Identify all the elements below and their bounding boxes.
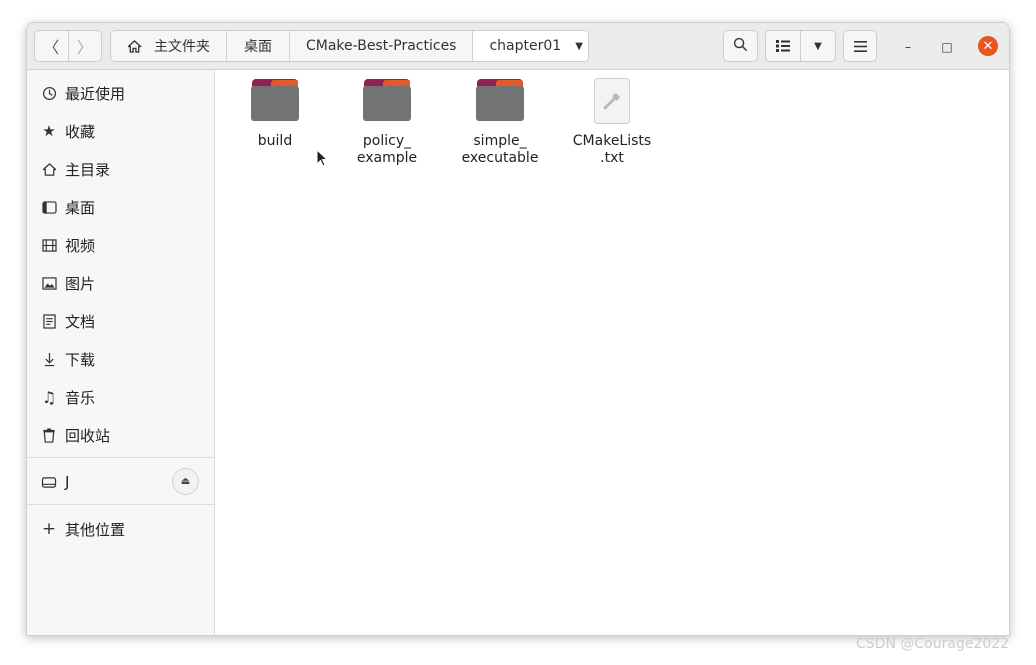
file-name: simple_ executable bbox=[461, 133, 539, 166]
file-item-folder[interactable]: policy_ example bbox=[342, 78, 432, 167]
breadcrumb-cmake-best-practices[interactable]: CMake-Best-Practices bbox=[290, 31, 474, 61]
folder-icon bbox=[363, 78, 411, 126]
trash-icon bbox=[41, 427, 57, 443]
breadcrumb-home[interactable]: 主文件夹 bbox=[111, 31, 227, 61]
minimize-icon: – bbox=[905, 40, 911, 54]
sidebar-item-label: 主目录 bbox=[65, 160, 111, 179]
file-item-folder[interactable]: build bbox=[230, 78, 320, 150]
file-name: build bbox=[257, 133, 293, 149]
clock-icon bbox=[41, 85, 57, 101]
file-manager-window: 〈 〉 主文件夹 桌面 CMake-Best-Practices chapter… bbox=[26, 22, 1010, 636]
folder-icon bbox=[251, 78, 299, 126]
hamburger-menu-icon bbox=[853, 37, 867, 56]
folder-icon bbox=[476, 78, 524, 126]
sidebar-item-label: 其他位置 bbox=[65, 520, 126, 539]
plus-icon: + bbox=[41, 519, 57, 539]
home-icon bbox=[41, 161, 57, 177]
main-menu-button[interactable] bbox=[843, 30, 877, 62]
breadcrumb-current[interactable]: chapter01 ▼ bbox=[473, 31, 588, 61]
sidebar-item-videos[interactable]: 视频 bbox=[27, 228, 214, 262]
chevron-down-icon: ▼ bbox=[575, 40, 583, 52]
drive-icon bbox=[41, 474, 57, 490]
chevron-down-icon: ▼ bbox=[814, 40, 822, 52]
close-icon: ✕ bbox=[982, 38, 994, 54]
file-name: CMakeLists .txt bbox=[572, 133, 652, 166]
breadcrumb-label: chapter01 bbox=[489, 38, 562, 54]
view-buttons: ▼ bbox=[765, 30, 836, 62]
sidebar-item-downloads[interactable]: 下载 bbox=[27, 342, 214, 376]
download-icon bbox=[41, 351, 57, 367]
sidebar-separator bbox=[27, 504, 214, 505]
list-view-button[interactable] bbox=[766, 31, 800, 61]
sidebar-item-trash[interactable]: 回收站 bbox=[27, 418, 214, 452]
file-item-folder[interactable]: simple_ executable bbox=[455, 78, 545, 167]
eject-icon: ⏏ bbox=[180, 476, 191, 487]
sidebar-item-label: 文档 bbox=[65, 312, 96, 331]
sidebar-item-label: 图片 bbox=[65, 274, 96, 293]
breadcrumb-label: 主文件夹 bbox=[154, 39, 210, 55]
forward-button[interactable]: 〉 bbox=[67, 31, 102, 61]
chevron-left-icon: 〈 bbox=[43, 38, 60, 57]
home-icon bbox=[127, 39, 142, 54]
minimize-button[interactable]: – bbox=[898, 37, 918, 57]
file-name: policy_ example bbox=[356, 133, 418, 166]
chevron-right-icon: 〉 bbox=[76, 38, 93, 57]
video-icon bbox=[41, 237, 57, 253]
header-bar: 〈 〉 主文件夹 桌面 CMake-Best-Practices chapter… bbox=[27, 23, 1009, 70]
sidebar-item-label: 最近使用 bbox=[65, 84, 126, 103]
document-icon bbox=[41, 313, 57, 329]
maximize-icon: □ bbox=[941, 40, 953, 54]
text-file-icon bbox=[588, 78, 636, 126]
sidebar-item-documents[interactable]: 文档 bbox=[27, 304, 214, 338]
eject-button[interactable]: ⏏ bbox=[172, 468, 199, 495]
search-icon bbox=[733, 37, 748, 56]
watermark: CSDN @Courage2022 bbox=[856, 636, 1010, 652]
path-bar: 主文件夹 桌面 CMake-Best-Practices chapter01 ▼ bbox=[110, 30, 589, 62]
file-view: build policy_ example simple_ executable… bbox=[215, 70, 1009, 635]
close-button[interactable]: ✕ bbox=[978, 36, 998, 56]
mouse-pointer-icon bbox=[316, 148, 329, 171]
star-icon: ★ bbox=[42, 122, 56, 140]
picture-icon bbox=[41, 275, 57, 291]
search-button[interactable] bbox=[723, 30, 758, 62]
sidebar-item-music[interactable]: ♫ 音乐 bbox=[27, 380, 214, 414]
list-icon bbox=[776, 37, 790, 56]
sidebar-item-label: 收藏 bbox=[65, 122, 96, 141]
sidebar-item-label: 视频 bbox=[65, 236, 96, 255]
back-button[interactable]: 〈 bbox=[35, 31, 68, 61]
sidebar-item-label: 音乐 bbox=[65, 388, 96, 407]
sidebar: 最近使用 ★ 收藏 主目录 桌面 视频 图片 文档 下载 ♫ 音乐 回收站 J … bbox=[27, 70, 215, 635]
file-item-text[interactable]: CMakeLists .txt bbox=[567, 78, 657, 167]
maximize-button[interactable]: □ bbox=[937, 37, 957, 57]
music-icon: ♫ bbox=[41, 387, 57, 407]
sidebar-item-recent[interactable]: 最近使用 bbox=[27, 76, 214, 110]
sidebar-item-label: J bbox=[65, 473, 70, 491]
navigation-buttons: 〈 〉 bbox=[34, 30, 102, 62]
sidebar-item-label: 下载 bbox=[65, 350, 96, 369]
sidebar-item-label: 桌面 bbox=[65, 198, 96, 217]
breadcrumb-label: 桌面 bbox=[244, 39, 272, 55]
sidebar-separator bbox=[27, 457, 214, 458]
sidebar-item-home[interactable]: 主目录 bbox=[27, 152, 214, 186]
sidebar-item-other-locations[interactable]: + 其他位置 bbox=[27, 512, 214, 546]
breadcrumb-desktop[interactable]: 桌面 bbox=[227, 31, 290, 61]
sidebar-item-starred[interactable]: ★ 收藏 bbox=[27, 114, 214, 148]
sidebar-item-pictures[interactable]: 图片 bbox=[27, 266, 214, 300]
sidebar-item-desktop[interactable]: 桌面 bbox=[27, 190, 214, 224]
desktop-icon bbox=[41, 199, 57, 215]
sidebar-item-label: 回收站 bbox=[65, 426, 111, 445]
breadcrumb-label: CMake-Best-Practices bbox=[306, 38, 457, 54]
view-options-button[interactable]: ▼ bbox=[800, 31, 835, 61]
